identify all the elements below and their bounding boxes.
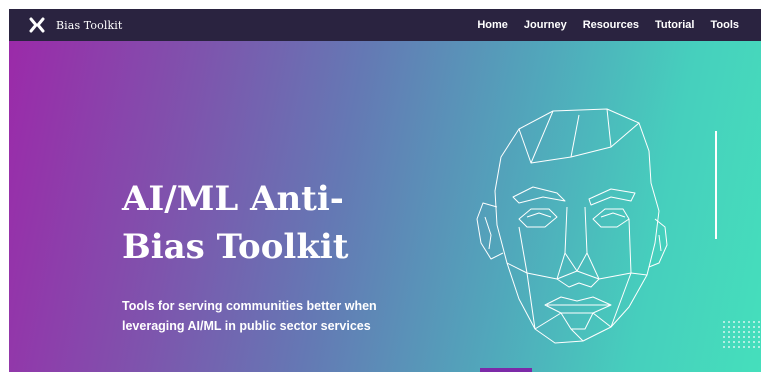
- hero-title-line-1: AI/ML Anti-: [122, 179, 344, 219]
- nav-link-home[interactable]: Home: [477, 19, 508, 31]
- hero-title: AI/ML Anti- Bias Toolkit: [122, 175, 412, 271]
- hero-subtitle-line-1: Tools for serving communities better whe…: [122, 299, 377, 313]
- hero-title-line-2: Bias Toolkit: [122, 227, 349, 267]
- page-frame: Bias Toolkit Home Journey Resources Tuto…: [9, 9, 761, 372]
- nav-link-journey[interactable]: Journey: [524, 19, 567, 31]
- wireframe-face-illustration: [476, 108, 668, 344]
- nav-link-resources[interactable]: Resources: [583, 19, 639, 31]
- brand[interactable]: Bias Toolkit: [29, 9, 122, 41]
- nav-link-tutorial[interactable]: Tutorial: [655, 19, 695, 31]
- nav-link-tools[interactable]: Tools: [710, 19, 739, 31]
- hero-banner: AI/ML Anti- Bias Toolkit Tools for servi…: [9, 41, 761, 372]
- hero-subtitle-line-2: leveraging AI/ML in public sector servic…: [122, 319, 371, 333]
- brand-name: Bias Toolkit: [56, 18, 123, 32]
- x-logo-icon: [29, 17, 45, 33]
- slide-indicator[interactable]: [480, 368, 532, 372]
- top-navbar: Bias Toolkit Home Journey Resources Tuto…: [9, 9, 761, 41]
- vertical-divider: [715, 131, 717, 239]
- main-nav: Home Journey Resources Tutorial Tools: [461, 9, 739, 41]
- dot-grid-decoration: [723, 321, 760, 348]
- hero-subtitle: Tools for serving communities better whe…: [122, 296, 422, 336]
